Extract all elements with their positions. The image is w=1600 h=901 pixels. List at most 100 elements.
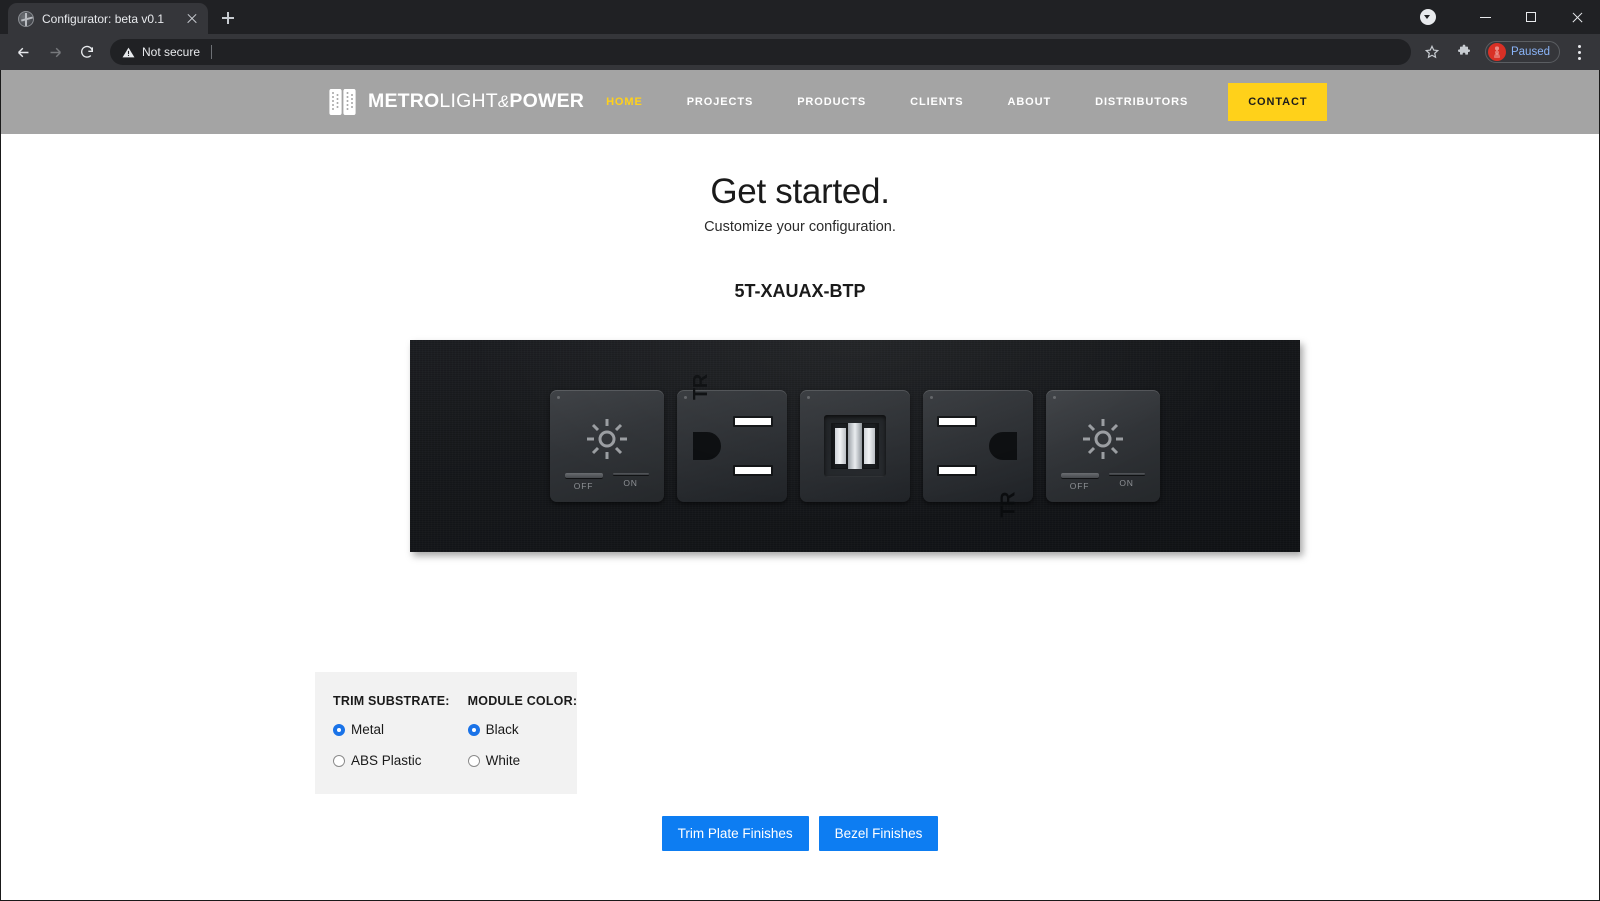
radio-label: Metal	[351, 722, 385, 737]
address-bar[interactable]: Not secure	[110, 39, 1411, 65]
toolbar-actions: Paused	[1417, 37, 1592, 67]
module-dimmer-right[interactable]: OFF ON	[1046, 390, 1160, 502]
page-viewport: METROLIGHT&POWER HOME PROJECTS PRODUCTS …	[0, 70, 1600, 901]
contact-button[interactable]: CONTACT	[1228, 83, 1328, 121]
maximize-button[interactable]	[1508, 0, 1554, 34]
browser-toolbar: Not secure Paused	[0, 34, 1600, 70]
tamper-resistant-label: TR	[690, 374, 712, 400]
action-buttons: Trim Plate Finishes Bezel Finishes	[1, 816, 1599, 851]
browser-window: Configurator: beta v0.1 Not secure Pause…	[0, 0, 1600, 901]
screw-icon	[1053, 396, 1056, 399]
brand-wordmark: METROLIGHT&POWER	[368, 92, 584, 112]
part-number: 5T-XAUAX-BTP	[734, 281, 866, 301]
tab-strip: Configurator: beta v0.1	[0, 0, 1600, 34]
options-panel: TRIM SUBSTRATE: Metal ABS Plastic MODULE…	[315, 672, 577, 794]
radio-label: Black	[485, 722, 519, 737]
brand-part-2: LIGHT	[439, 90, 498, 113]
screw-icon	[557, 396, 560, 399]
nav-item-products[interactable]: PRODUCTS	[775, 96, 888, 108]
usb-port-icon	[833, 424, 848, 468]
nav-item-home[interactable]: HOME	[584, 96, 665, 108]
radio-trim-metal[interactable]: Metal	[333, 722, 450, 737]
rocker-bar-off	[1060, 473, 1099, 478]
usb-port-icon	[862, 424, 877, 468]
page-title: Get started.	[710, 172, 890, 211]
rocker-off[interactable]: OFF	[564, 473, 604, 491]
radio-label: White	[485, 753, 521, 768]
main-navigation: HOME PROJECTS PRODUCTS CLIENTS ABOUT DIS…	[584, 83, 1328, 121]
rocker-off-label: OFF	[1069, 481, 1090, 491]
trim-substrate-group: TRIM SUBSTRATE: Metal ABS Plastic	[333, 694, 450, 768]
radio-icon-checked[interactable]	[333, 723, 345, 736]
sun-icon	[1083, 419, 1123, 459]
module-color-title: MODULE COLOR:	[467, 694, 578, 708]
reload-icon[interactable]	[72, 37, 102, 67]
module-outlet-left[interactable]: TR	[677, 374, 787, 502]
rocker-bar-on	[612, 473, 649, 475]
radio-icon-checked[interactable]	[467, 723, 480, 736]
nav-item-about[interactable]: ABOUT	[985, 96, 1073, 108]
nav-item-projects[interactable]: PROJECTS	[665, 96, 776, 108]
outlet-face: TR	[923, 390, 1033, 518]
usb-ports	[831, 423, 879, 469]
brand-part-3: &	[497, 92, 510, 112]
usb-divider	[848, 423, 862, 469]
trim-plate[interactable]: OFF ON TR TR OFF ON	[410, 340, 1300, 552]
nav-item-clients[interactable]: CLIENTS	[888, 96, 985, 108]
site-header: METROLIGHT&POWER HOME PROJECTS PRODUCTS …	[1, 70, 1599, 134]
module-color-group: MODULE COLOR: Black White	[467, 694, 578, 768]
download-chevron-icon[interactable]	[1420, 9, 1436, 25]
outlet-slot-top	[937, 416, 977, 427]
tab-title: Configurator: beta v0.1	[42, 11, 165, 26]
back-arrow-icon[interactable]	[8, 37, 38, 67]
radio-trim-abs-plastic[interactable]: ABS Plastic	[333, 753, 450, 768]
outlet-slot-bottom	[733, 465, 773, 476]
not-secure-warning-icon	[122, 46, 135, 59]
profile-paused-pill[interactable]: Paused	[1484, 41, 1560, 63]
brand-part-4: POWER	[509, 90, 585, 113]
puzzle-icon[interactable]	[1449, 37, 1479, 67]
module-dimmer-left[interactable]: OFF ON	[550, 390, 664, 502]
tab-close-icon[interactable]	[184, 11, 200, 27]
outlet-face: TR	[677, 374, 787, 502]
window-controls	[1420, 0, 1600, 34]
rocker-controls[interactable]: OFF ON	[550, 473, 664, 491]
bezel-finishes-button[interactable]: Bezel Finishes	[818, 816, 939, 851]
outlet-slot-top	[733, 416, 773, 427]
radio-color-black[interactable]: Black	[467, 722, 578, 737]
page-content: Get started. Customize your configuratio…	[1, 134, 1599, 851]
nav-item-distributors[interactable]: DISTRIBUTORS	[1073, 96, 1210, 108]
page-subtitle: Customize your configuration.	[704, 219, 896, 235]
rocker-bar-on	[1108, 473, 1145, 475]
security-status-label: Not secure	[142, 45, 201, 59]
kebab-menu-icon[interactable]	[1566, 37, 1592, 67]
window-close-button[interactable]	[1554, 0, 1600, 34]
radio-icon[interactable]	[467, 754, 480, 767]
globe-icon	[18, 10, 34, 27]
module-usb-charger[interactable]	[800, 390, 910, 502]
omnibox-divider	[211, 45, 213, 59]
rocker-on[interactable]: ON	[1107, 473, 1147, 491]
rocker-controls[interactable]: OFF ON	[1046, 473, 1160, 491]
radio-icon[interactable]	[333, 754, 345, 767]
shield-plates-icon	[329, 89, 356, 115]
outlet-ground-pin	[989, 432, 1017, 460]
usb-bezel	[824, 415, 886, 477]
minimize-button[interactable]	[1462, 0, 1508, 34]
radio-label: ABS Plastic	[351, 753, 422, 768]
trim-plate-finishes-button[interactable]: Trim Plate Finishes	[661, 816, 809, 851]
rocker-off[interactable]: OFF	[1060, 473, 1100, 491]
star-icon[interactable]	[1417, 37, 1447, 67]
browser-tab[interactable]: Configurator: beta v0.1	[8, 3, 208, 34]
new-tab-button[interactable]	[214, 4, 242, 32]
brand-part-1: METRO	[368, 90, 440, 113]
profile-status-label: Paused	[1510, 46, 1550, 58]
product-preview: OFF ON TR TR OFF ON	[1, 340, 1599, 552]
module-outlet-right[interactable]: TR	[923, 390, 1033, 518]
radio-color-white[interactable]: White	[467, 753, 578, 768]
screw-icon	[807, 396, 810, 399]
brand-logo[interactable]: METROLIGHT&POWER	[329, 87, 584, 117]
tamper-resistant-label: TR	[998, 492, 1020, 518]
rocker-on[interactable]: ON	[611, 473, 651, 491]
forward-arrow-icon[interactable]	[40, 37, 70, 67]
